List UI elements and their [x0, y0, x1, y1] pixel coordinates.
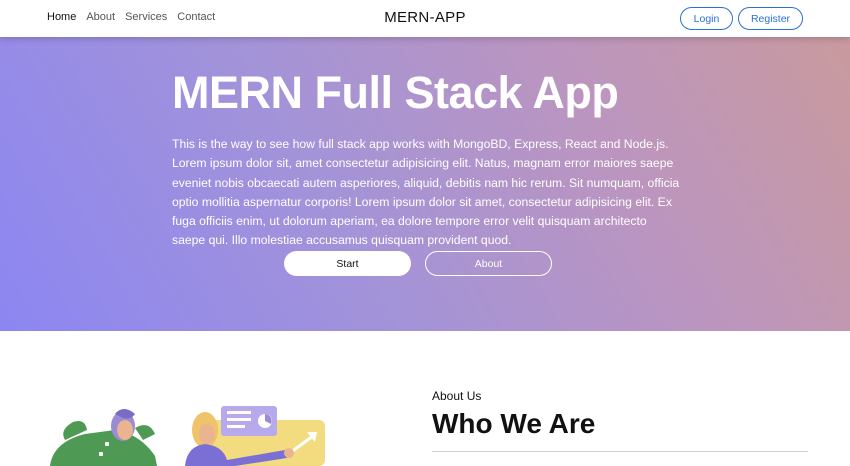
brand-title[interactable]: MERN-APP	[384, 9, 466, 26]
hero-description: This is the way to see how full stack ap…	[172, 137, 680, 248]
divider	[432, 451, 808, 452]
nav-link-services[interactable]: Services	[125, 11, 167, 23]
nav-link-contact[interactable]: Contact	[177, 11, 215, 23]
register-button[interactable]: Register	[738, 7, 803, 30]
nav-link-about[interactable]: About	[86, 11, 115, 23]
about-text-cutoff	[432, 460, 808, 466]
about-label: About Us	[432, 389, 482, 403]
hero-title: MERN Full Stack App	[172, 67, 619, 118]
nav-link-home[interactable]: Home	[47, 11, 76, 23]
team-illustration	[50, 406, 325, 466]
about-heading: Who We Are	[432, 408, 595, 440]
about-button[interactable]: About	[425, 251, 552, 276]
heading-prefix: Who	[432, 408, 493, 439]
navbar: Home About Services Contact MERN-APP Log…	[0, 0, 850, 37]
start-button[interactable]: Start	[284, 251, 411, 276]
heading-suffix: Are	[548, 408, 596, 439]
hero-section: MERN Full Stack App This is the way to s…	[0, 37, 850, 331]
nav-links: Home About Services Contact	[47, 11, 215, 23]
login-button[interactable]: Login	[680, 7, 733, 30]
heading-bold: We	[500, 408, 542, 439]
